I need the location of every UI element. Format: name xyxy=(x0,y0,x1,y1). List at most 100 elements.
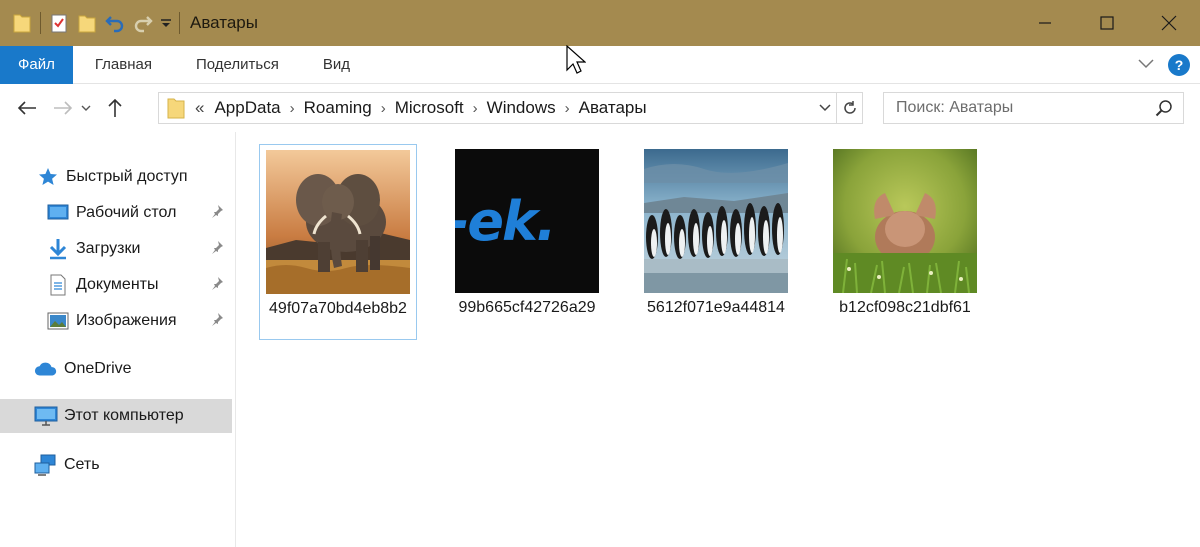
pin-icon[interactable] xyxy=(210,312,224,331)
forward-button[interactable] xyxy=(48,93,78,123)
breadcrumb-windows[interactable]: Windows xyxy=(487,98,556,118)
nav-network-label: Сеть xyxy=(64,456,100,473)
computer-icon xyxy=(34,404,58,428)
maximize-icon xyxy=(1100,16,1114,30)
redo-button[interactable] xyxy=(129,7,157,39)
window-title: Аватары xyxy=(190,13,258,32)
search-input[interactable] xyxy=(896,99,1146,117)
nav-pictures[interactable]: Изображения xyxy=(46,304,236,338)
properties-button[interactable] xyxy=(45,7,73,39)
breadcrumb-separator[interactable]: › xyxy=(381,100,386,117)
window-controls xyxy=(1014,0,1200,46)
network-icon xyxy=(34,453,58,477)
mouse-cursor xyxy=(566,44,587,80)
redo-icon xyxy=(134,16,153,33)
search-icon[interactable] xyxy=(1155,99,1173,122)
ribbon-right-controls: ? xyxy=(1138,46,1190,84)
pin-icon[interactable] xyxy=(210,204,224,223)
tab-home[interactable]: Главная xyxy=(73,46,174,84)
nav-network[interactable]: Сеть xyxy=(34,448,100,482)
minimize-icon xyxy=(1039,22,1051,24)
nav-desktop[interactable]: Рабочий стол xyxy=(46,196,236,230)
nav-pictures-label: Изображения xyxy=(76,312,177,329)
refresh-button[interactable] xyxy=(836,93,862,123)
tab-file[interactable]: Файл xyxy=(0,45,73,84)
pictures-icon xyxy=(46,309,70,333)
up-arrow-icon xyxy=(108,98,122,117)
title-bar: Аватары xyxy=(0,0,1200,46)
breadcrumb-roaming[interactable]: Roaming xyxy=(304,98,372,118)
back-arrow-icon xyxy=(17,101,36,115)
breadcrumb-separator[interactable]: › xyxy=(290,100,295,117)
breadcrumb-overflow[interactable]: « xyxy=(195,98,204,118)
star-icon xyxy=(36,165,60,189)
customize-toolbar-button[interactable] xyxy=(157,7,175,39)
cloud-icon xyxy=(34,357,58,381)
file-item[interactable]: 5612f071e9a44814 xyxy=(637,144,795,340)
refresh-icon xyxy=(843,101,856,114)
nav-quick-access-label: Быстрый доступ xyxy=(66,168,188,185)
file-name[interactable]: 5612f071e9a44814 xyxy=(641,297,791,318)
breadcrumb-separator[interactable]: › xyxy=(565,100,570,117)
thumbnail-penguins xyxy=(644,149,788,293)
navigation-row: « AppData › Roaming › Microsoft › Window… xyxy=(0,84,1200,132)
forward-arrow-icon xyxy=(54,101,73,115)
up-button[interactable] xyxy=(100,93,130,123)
address-history-button[interactable] xyxy=(814,93,836,123)
new-folder-icon xyxy=(78,15,96,33)
recent-locations-button[interactable] xyxy=(78,93,94,123)
search-box[interactable] xyxy=(883,92,1184,124)
breadcrumb-appdata[interactable]: AppData xyxy=(214,98,280,118)
nav-this-pc[interactable]: Этот компьютер xyxy=(0,399,232,433)
breadcrumb-avatars[interactable]: Аватары xyxy=(579,98,647,118)
nav-onedrive-label: OneDrive xyxy=(64,360,132,377)
desktop-icon xyxy=(46,201,70,225)
file-name[interactable]: b12cf098c21dbf61 xyxy=(830,297,980,318)
file-item[interactable]: -ek. 99b665cf42726a29 xyxy=(448,144,606,340)
nav-this-pc-label: Этот компьютер xyxy=(64,407,184,424)
breadcrumb-microsoft[interactable]: Microsoft xyxy=(395,98,464,118)
tab-share[interactable]: Поделиться xyxy=(174,46,301,84)
close-icon xyxy=(1161,15,1177,31)
file-item[interactable]: 49f07a70bd4eb8b2 xyxy=(259,144,417,340)
thumbnail-elephant xyxy=(266,150,410,294)
new-folder-button[interactable] xyxy=(73,7,101,39)
chevron-down-icon xyxy=(819,104,831,112)
downloads-icon xyxy=(46,237,70,261)
chevron-down-icon xyxy=(81,105,91,111)
folder-icon xyxy=(8,7,36,39)
nav-documents-label: Документы xyxy=(76,276,159,293)
file-name[interactable]: 99b665cf42726a29 xyxy=(452,297,602,318)
documents-icon xyxy=(46,273,70,297)
minimize-button[interactable] xyxy=(1014,0,1076,46)
tab-view[interactable]: Вид xyxy=(301,46,372,84)
nav-quick-access[interactable]: Быстрый доступ xyxy=(36,160,188,194)
navigation-pane: Быстрый доступ Рабочий стол Загрузки Док… xyxy=(0,132,236,547)
toolbar-divider xyxy=(179,12,180,34)
address-bar[interactable]: « AppData › Roaming › Microsoft › Window… xyxy=(158,92,863,124)
properties-icon xyxy=(51,14,67,33)
help-button[interactable]: ? xyxy=(1168,54,1190,76)
logo-text: -ek. xyxy=(455,189,556,253)
ribbon-tabs: Файл Главная Поделиться Вид ? xyxy=(0,45,1200,84)
toolbar-divider xyxy=(40,12,41,34)
nav-downloads[interactable]: Загрузки xyxy=(46,232,236,266)
thumbnail-ek-logo: -ek. xyxy=(455,149,599,293)
nav-documents[interactable]: Документы xyxy=(46,268,236,302)
expand-ribbon-button[interactable] xyxy=(1138,56,1154,74)
maximize-button[interactable] xyxy=(1076,0,1138,46)
close-button[interactable] xyxy=(1138,0,1200,46)
back-button[interactable] xyxy=(12,93,42,123)
nav-downloads-label: Загрузки xyxy=(76,240,141,257)
file-list: 49f07a70bd4eb8b2 -ek. 99b665cf42726a29 5… xyxy=(237,132,1200,547)
pin-icon[interactable] xyxy=(210,276,224,295)
chevron-down-icon xyxy=(1138,59,1154,69)
file-name[interactable]: 49f07a70bd4eb8b2 xyxy=(263,298,413,319)
breadcrumb-separator[interactable]: › xyxy=(473,100,478,117)
file-item[interactable]: b12cf098c21dbf61 xyxy=(826,144,984,340)
dropdown-arrow-icon xyxy=(161,19,171,27)
nav-onedrive[interactable]: OneDrive xyxy=(34,352,132,386)
pin-icon[interactable] xyxy=(210,240,224,259)
undo-button[interactable] xyxy=(101,7,129,39)
nav-desktop-label: Рабочий стол xyxy=(76,204,177,221)
